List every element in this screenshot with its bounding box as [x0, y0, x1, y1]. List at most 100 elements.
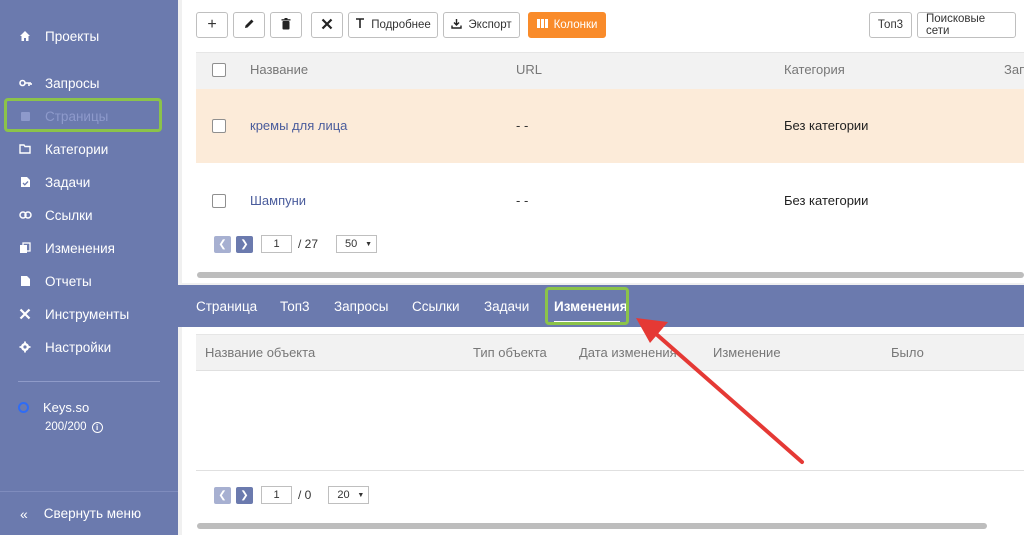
page-number-input[interactable]: 1 [261, 486, 292, 504]
tab-queries[interactable]: Запросы [334, 285, 388, 327]
sidebar-item-label: Инструменты [45, 306, 130, 322]
table-footer-divider [196, 470, 1024, 471]
page-name-link[interactable]: кремы для лица [250, 118, 347, 133]
page-size-select[interactable]: 50 ▼ [336, 235, 378, 253]
details-label: Подробнее [371, 19, 431, 31]
info-icon[interactable]: i [91, 421, 103, 433]
export-button[interactable]: Экспорт [443, 12, 520, 38]
plus-icon: + [207, 16, 217, 33]
columns-icon [536, 19, 548, 31]
task-icon [18, 175, 32, 189]
page-total: / 27 [298, 237, 319, 251]
column-header-object-type[interactable]: Тип объекта [473, 345, 547, 360]
column-header-object-name[interactable]: Название объекта [205, 345, 315, 360]
sidebar-item-label: Задачи [45, 174, 91, 190]
sidebar-item-label: Ссылки [45, 207, 93, 223]
sidebar-item-tools[interactable]: Инструменты [0, 302, 178, 326]
details-button[interactable]: Подробнее [348, 12, 438, 38]
tab-page[interactable]: Страница [196, 285, 257, 327]
add-button[interactable]: + [196, 12, 228, 38]
sidebar-item-projects[interactable]: Проекты [0, 24, 178, 48]
tab-label: Задачи [484, 298, 530, 314]
sidebar-item-tasks[interactable]: Задачи [0, 170, 178, 194]
sidebar-item-links[interactable]: Ссылки [0, 203, 178, 227]
table-row[interactable] [196, 163, 1024, 220]
page-url: - - [516, 193, 529, 208]
delete-button[interactable] [270, 12, 302, 38]
top3-label: Топ3 [877, 19, 904, 31]
highlight-changes-tab-annotation [545, 287, 629, 325]
pages-table-header [196, 52, 1024, 89]
search-engines-button[interactable]: Поисковые сети [917, 12, 1016, 38]
changes-icon [18, 241, 32, 255]
column-header-category[interactable]: Категория [784, 62, 845, 77]
sidebar-item-categories[interactable]: Категории [0, 137, 178, 161]
changes-pager: ❮ ❯ 1 / 0 20 ▼ [214, 486, 370, 504]
top3-button[interactable]: Топ3 [869, 12, 912, 38]
sidebar-item-label: Запросы [45, 75, 100, 91]
column-header-url[interactable]: URL [516, 62, 542, 77]
sidebar-item-settings[interactable]: Настройки [0, 335, 178, 359]
horizontal-scrollbar[interactable] [197, 272, 1024, 278]
tools-button[interactable] [311, 12, 343, 38]
caret-down-icon: ▼ [357, 491, 365, 499]
collapse-menu-button[interactable]: « Свернуть меню [0, 491, 178, 535]
tab-label: Запросы [334, 298, 389, 314]
gear-icon [18, 340, 32, 354]
tools-icon [321, 18, 333, 33]
page-number-input[interactable]: 1 [261, 235, 292, 253]
sidebar-item-label: Проекты [45, 28, 100, 44]
page-name-link[interactable]: Шампуни [250, 193, 306, 208]
trash-icon [281, 17, 291, 33]
account-row[interactable]: Keys.so [18, 400, 89, 415]
next-page-button[interactable]: ❯ [236, 486, 253, 504]
sidebar-item-changes[interactable]: Изменения [0, 236, 178, 260]
tab-label: Топ3 [280, 298, 310, 314]
caret-down-icon: ▼ [365, 240, 373, 248]
home-icon [18, 29, 32, 43]
sidebar-item-reports[interactable]: Отчеты [0, 269, 178, 293]
page-size-value: 20 [337, 489, 350, 501]
prev-page-button[interactable]: ❮ [214, 235, 231, 253]
tab-links[interactable]: Ссылки [412, 285, 460, 327]
sidebar-item-label: Изменения [45, 240, 115, 256]
folder-icon [18, 142, 32, 156]
columns-label: Колонки [553, 19, 598, 31]
page-category: Без категории [784, 118, 869, 133]
account-name: Keys.so [43, 400, 90, 415]
row-checkbox[interactable] [212, 119, 226, 133]
key-icon [18, 76, 32, 90]
export-label: Экспорт [468, 19, 512, 31]
column-header-queries[interactable]: Зап [1004, 62, 1024, 77]
select-all-checkbox[interactable] [212, 63, 226, 77]
collapse-menu-label: Свернуть меню [43, 506, 142, 521]
next-page-button[interactable]: ❯ [236, 235, 253, 253]
page-total: / 0 [298, 488, 312, 502]
tab-tasks[interactable]: Задачи [484, 285, 529, 327]
page-size-select[interactable]: 20 ▼ [328, 486, 370, 504]
columns-button[interactable]: Колонки [528, 12, 606, 38]
sidebar-item-queries[interactable]: Запросы [0, 71, 178, 95]
page-url: - - [516, 118, 529, 133]
prev-page-button[interactable]: ❮ [214, 486, 231, 504]
link-icon [18, 208, 32, 222]
sidebar-item-label: Отчеты [45, 273, 92, 289]
column-header-before[interactable]: Было [891, 345, 924, 360]
column-header-change[interactable]: Изменение [713, 345, 781, 360]
row-checkbox[interactable] [212, 194, 226, 208]
tools-icon [18, 307, 32, 321]
tab-label: Страница [196, 298, 258, 314]
report-icon [18, 274, 32, 288]
tab-top3[interactable]: Топ3 [280, 285, 310, 327]
sidebar-divider [18, 381, 160, 382]
quota-value: 200/200 [45, 421, 87, 433]
tab-label: Ссылки [412, 298, 460, 314]
column-header-change-date[interactable]: Дата изменения [579, 345, 677, 360]
edit-button[interactable] [233, 12, 265, 38]
sidebar-item-label: Настройки [45, 339, 112, 355]
horizontal-scrollbar[interactable] [197, 523, 987, 529]
double-chevron-left-icon: « [20, 505, 28, 522]
column-header-name[interactable]: Название [250, 62, 308, 77]
text-height-icon [355, 18, 365, 32]
account-quota: 200/200 i [45, 421, 103, 433]
